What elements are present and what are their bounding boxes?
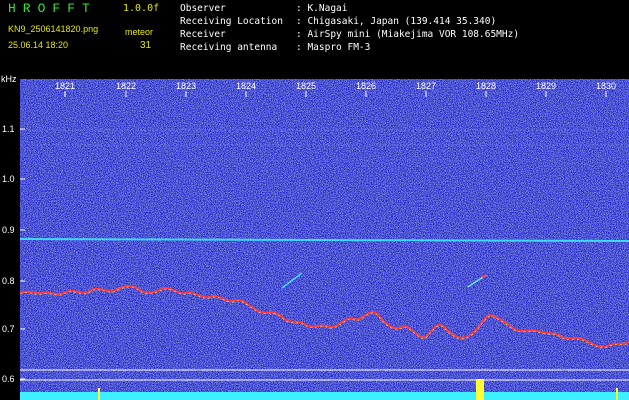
- image-filename: KN9_2506141820.png: [8, 24, 99, 34]
- x-tick-label: 1824: [236, 81, 256, 91]
- station-row-location: Receiving Location: Chigasaki, Japan (13…: [180, 16, 497, 27]
- signal-level-bar: [20, 392, 629, 400]
- x-tick-label: 1827: [416, 81, 436, 91]
- x-tick-label: 1821: [55, 81, 75, 91]
- y-tick-label: 0.9: [2, 225, 15, 235]
- x-tick-label: 1826: [356, 81, 376, 91]
- x-tick-label: 1828: [476, 81, 496, 91]
- capture-datetime: 25.06.14 18:20: [8, 40, 69, 50]
- y-tick-label: 1.0: [2, 174, 15, 184]
- signal-peak: [476, 379, 484, 400]
- axis-unit-label: kHz: [1, 74, 17, 84]
- x-tick-label: 1825: [296, 81, 316, 91]
- y-tick-label: 0.6: [2, 374, 15, 384]
- app-brand: HROFFT: [8, 1, 97, 16]
- station-row-receiver: Receiver: AirSpy mini (Miakejima VOR 108…: [180, 29, 520, 40]
- x-tick-label: 1822: [116, 81, 136, 91]
- x-tick-label: 1830: [596, 81, 616, 91]
- y-tick-label: 1.1: [2, 124, 15, 134]
- header-panel: HROFFT 1.0.0f KN9_2506141820.png meteor …: [0, 0, 629, 72]
- meteor-label: meteor: [125, 27, 154, 37]
- spectrogram: 1821 1822 1823 1824 1825 1826 1827 1828 …: [20, 79, 629, 400]
- station-row-observer: Observer: K.Nagai: [180, 3, 348, 14]
- y-tick-label: 0.7: [2, 324, 15, 334]
- y-tick-label: 0.8: [2, 276, 15, 286]
- station-info: Observer: K.Nagai Receiving Location: Ch…: [180, 2, 519, 54]
- meteor-count: 31: [140, 40, 152, 51]
- app-version: 1.0.0f: [123, 3, 160, 14]
- signal-peak: [98, 388, 100, 400]
- station-row-antenna: Receiving antenna: Maspro FM-3: [180, 42, 371, 53]
- x-tick-label: 1823: [176, 81, 196, 91]
- signal-peak: [616, 388, 618, 400]
- x-tick-label: 1829: [536, 81, 556, 91]
